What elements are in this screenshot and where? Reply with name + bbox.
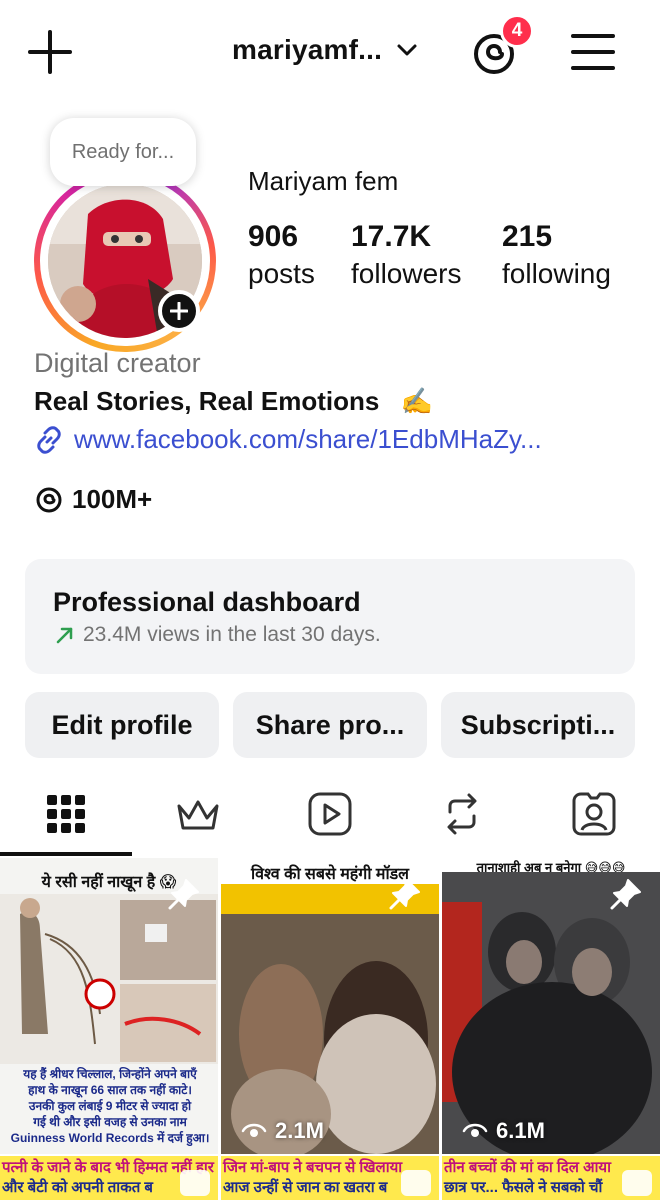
- stat-followers-label: followers: [351, 258, 462, 289]
- post-subtitle: आज उन्हीं से जान का खतरा ब: [223, 1179, 388, 1196]
- share-profile-button[interactable]: Share pro...: [233, 692, 427, 758]
- eye-icon: [241, 1123, 267, 1137]
- play-icon: [401, 1170, 431, 1196]
- tab-reposts[interactable]: [432, 784, 492, 844]
- display-name: Mariyam fem: [248, 166, 399, 196]
- post-views: 2.1M: [241, 1118, 324, 1144]
- account-switcher[interactable]: mariyamf...: [232, 34, 418, 66]
- threads-badge[interactable]: 100M+: [34, 484, 152, 515]
- top-bar: mariyamf... 4: [0, 0, 660, 110]
- stat-followers[interactable]: 17.7K followers: [351, 220, 461, 290]
- post-subtitle: और बेटी को अपनी ताकत ब: [2, 1179, 153, 1196]
- post-views-count: 2.1M: [275, 1118, 324, 1143]
- bio-text: Real Stories, Real Emotions ✍️: [34, 386, 433, 417]
- stat-posts-value: 906: [248, 220, 299, 253]
- dashboard-subtitle: 23.4M views in the last 30 days.: [55, 623, 381, 647]
- post-image: [442, 872, 660, 1154]
- profile-link[interactable]: www.facebook.com/share/1EdbMHaZy...: [34, 424, 542, 455]
- create-plus-icon[interactable]: [28, 30, 72, 74]
- pin-icon: [168, 879, 199, 910]
- chevron-down-icon: [397, 44, 417, 56]
- edit-profile-button[interactable]: Edit profile: [25, 692, 219, 758]
- post-tile[interactable]: पत्नी के जाने के बाद भी हिम्मत नहीं हार …: [0, 1156, 218, 1200]
- tab-subscriber-content[interactable]: [168, 784, 228, 844]
- dashboard-views: 23.4M views in the last 30 days.: [83, 623, 381, 646]
- writing-hand-emoji: ✍️: [400, 386, 433, 416]
- reposts-icon: [447, 793, 477, 835]
- trend-up-icon: [56, 627, 73, 644]
- post-views: 6.1M: [462, 1118, 545, 1144]
- profile-link-text: www.facebook.com/share/1EdbMHaZy...: [74, 424, 542, 454]
- tab-reels[interactable]: [300, 784, 360, 844]
- tab-grid[interactable]: [36, 784, 96, 844]
- post-tile[interactable]: तीन बच्चों की मां का दिल आया छात्र पर...…: [442, 1156, 660, 1200]
- post-tile[interactable]: तानाशाही अब न बनेगा 😅😅😅 6.1M: [442, 858, 660, 1154]
- grid-icon: [47, 795, 85, 833]
- username: mariyamf...: [232, 34, 383, 65]
- reels-icon: [308, 792, 352, 836]
- note-bubble[interactable]: Ready for...: [50, 118, 196, 186]
- post-tile[interactable]: जिन मां-बाप ने बचपन से खिलाया आज उन्हीं …: [221, 1156, 439, 1200]
- subscriptions-button[interactable]: Subscripti...: [441, 692, 635, 758]
- stat-following-value: 215: [502, 220, 553, 253]
- menu-icon[interactable]: [570, 30, 616, 74]
- post-image: [221, 884, 439, 1154]
- stat-following[interactable]: 215 following: [502, 220, 611, 290]
- threads-small-icon: [36, 487, 62, 512]
- post-subtitle: छात्र पर... फैसले ने सबको चौं: [444, 1179, 603, 1196]
- tagged-icon: [572, 792, 616, 836]
- play-icon: [622, 1170, 652, 1196]
- professional-dashboard[interactable]: Professional dashboard 23.4M views in th…: [25, 559, 635, 674]
- post-tile[interactable]: ये रसी नहीं नाखून है 😱 यह हैं श्रीधर चिल…: [0, 858, 218, 1154]
- crown-icon: [177, 800, 219, 830]
- stat-followers-value: 17.7K: [351, 220, 432, 253]
- eye-icon: [462, 1123, 488, 1137]
- stat-following-label: following: [502, 258, 611, 289]
- plus-icon: [170, 302, 188, 320]
- post-title: जिन मां-बाप ने बचपन से खिलाया: [223, 1159, 403, 1176]
- dashboard-title: Professional dashboard: [53, 587, 361, 617]
- profile-category: Digital creator: [34, 348, 201, 378]
- profile-tabs: [0, 770, 660, 858]
- bio-line: Real Stories, Real Emotions: [34, 386, 380, 416]
- post-caption-line: गई थी और इसी वजह से उनका नाम: [33, 1115, 187, 1129]
- post-caption-line: हाथ के नाखून 66 साल तक नहीं काटे।: [28, 1083, 192, 1097]
- add-story-button[interactable]: [158, 290, 200, 332]
- post-caption-line: Guinness World Records में दर्ज हुआ।: [10, 1131, 210, 1145]
- post-tile[interactable]: विश्व की सबसे महंगी मॉडल 2.1M: [221, 858, 439, 1154]
- post-views-count: 6.1M: [496, 1118, 545, 1143]
- post-title: तीन बच्चों की मां का दिल आया: [444, 1159, 611, 1176]
- pin-icon: [610, 879, 641, 910]
- link-icon: [37, 425, 61, 454]
- post-caption-line: उनकी कुल लंबाई 9 मीटर से ज्यादा हो: [28, 1099, 192, 1113]
- post-caption-line: यह हैं श्रीधर चिल्लाल, जिन्होंने अपने बा…: [23, 1067, 197, 1081]
- notification-badge: 4: [500, 14, 534, 48]
- threads-followers: 100M+: [72, 484, 153, 514]
- pin-icon: [389, 879, 420, 910]
- stat-posts[interactable]: 906 posts: [248, 220, 315, 290]
- post-image: [0, 894, 218, 1064]
- tab-tagged[interactable]: [564, 784, 624, 844]
- play-icon: [180, 1170, 210, 1196]
- active-tab-indicator: [0, 852, 132, 856]
- post-caption: यह हैं श्रीधर चिल्लाल, जिन्होंने अपने बा…: [8, 1066, 212, 1146]
- stat-posts-label: posts: [248, 258, 315, 289]
